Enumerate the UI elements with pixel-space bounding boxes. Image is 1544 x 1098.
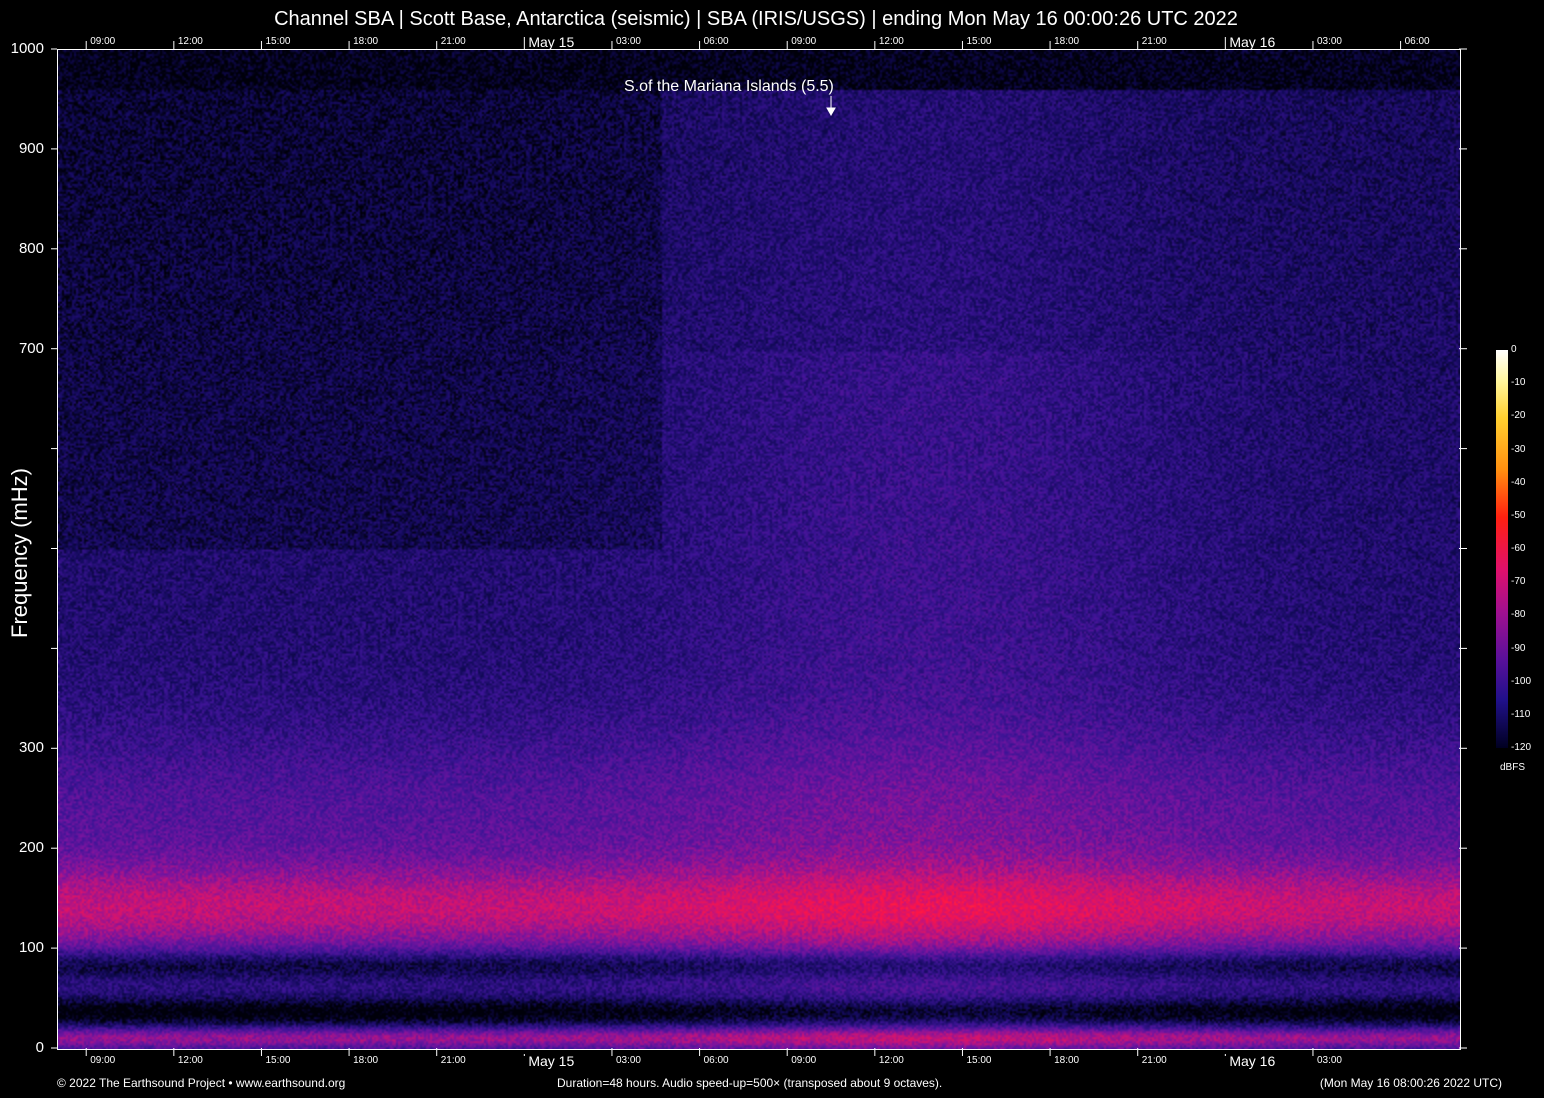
y-tick-label: 200 <box>18 839 44 857</box>
footer-copyright: © 2022 The Earthsound Project • www.eart… <box>57 1076 346 1090</box>
colorbar-tick-label: -10 <box>1511 377 1526 389</box>
colorbar-tick-label: -110 <box>1511 708 1531 720</box>
x-top-tick-label: 21:00 <box>1141 36 1167 47</box>
spectrogram-canvas <box>58 50 1460 1049</box>
x-bottom-tick-label: 18:00 <box>1054 1055 1080 1066</box>
x-bottom-tick-label: May 16 <box>1229 1053 1276 1069</box>
x-top-tick-label: 15:00 <box>265 36 291 47</box>
colorbar-tick-label: -100 <box>1511 675 1532 687</box>
x-bottom-tick-label: 15:00 <box>966 1055 992 1066</box>
y-tick-label: 800 <box>18 239 44 257</box>
x-bottom-tick-label: 06:00 <box>703 1055 729 1066</box>
x-top-tick-label: 06:00 <box>703 36 729 47</box>
x-top-tick-label: 18:00 <box>353 36 379 47</box>
footer-timestamp: (Mon May 16 08:00:26 2022 UTC) <box>1319 1076 1502 1090</box>
x-top-tick-label: 03:00 <box>1316 36 1342 47</box>
colorbar-tick-label: -70 <box>1511 576 1526 588</box>
colorbar-tick-label: 0 <box>1511 344 1517 355</box>
x-top-tick-label: 06:00 <box>1404 36 1430 47</box>
x-bottom-tick-label: 12:00 <box>177 1055 203 1066</box>
x-bottom-tick-label: 15:00 <box>265 1055 291 1066</box>
y-axis-label: Frequency (mHz) <box>7 468 32 638</box>
y-tick-label: 100 <box>18 939 44 957</box>
x-bottom-tick-label: 18:00 <box>353 1055 379 1066</box>
colorbar-tick-label: -20 <box>1511 410 1526 422</box>
y-tick-label: 1000 <box>10 40 44 57</box>
x-top-tick-label: 09:00 <box>791 36 817 47</box>
colorbar <box>1496 350 1508 748</box>
event-annotation-label: S.of the Mariana Islands (5.5) <box>624 78 834 95</box>
x-top-tick-label: 09:00 <box>90 36 116 47</box>
colorbar-tick-label: -80 <box>1511 609 1526 621</box>
x-bottom-tick-label: 03:00 <box>1316 1055 1342 1066</box>
x-top-tick-label: 21:00 <box>440 36 466 47</box>
footer-duration: Duration=48 hours. Audio speed-up=500× (… <box>557 1076 943 1090</box>
colorbar-tick-label: -90 <box>1511 642 1526 654</box>
x-top-tick-label: 12:00 <box>878 36 904 47</box>
colorbar-unit: dBFS <box>1500 762 1526 773</box>
x-top-tick-label: May 15 <box>528 34 575 50</box>
x-top-tick-label: 18:00 <box>1054 36 1080 47</box>
chart-title: Channel SBA | Scott Base, Antarctica (se… <box>274 8 1238 30</box>
x-top-tick-label: 03:00 <box>615 36 641 47</box>
x-top-tick-label: 15:00 <box>966 36 992 47</box>
y-tick-label: 700 <box>18 339 44 357</box>
x-bottom-tick-label: 21:00 <box>1141 1055 1167 1066</box>
colorbar-tick-label: -40 <box>1511 476 1526 488</box>
y-tick-label: 300 <box>18 739 44 757</box>
x-bottom-tick-label: 03:00 <box>615 1055 641 1066</box>
x-top-tick-label: May 16 <box>1229 34 1276 50</box>
colorbar-tick-label: -120 <box>1511 742 1532 753</box>
x-top-tick-label: 12:00 <box>177 36 203 47</box>
colorbar-tick-label: -30 <box>1511 443 1526 455</box>
colorbar-tick-label: -60 <box>1511 543 1526 554</box>
x-bottom-tick-label: May 15 <box>528 1053 575 1069</box>
y-tick-label: 900 <box>18 139 44 157</box>
colorbar-tick-label: -50 <box>1511 509 1526 521</box>
y-tick-label: 0 <box>35 1039 44 1056</box>
spectrogram-plot <box>57 49 1461 1050</box>
x-bottom-tick-label: 21:00 <box>440 1055 466 1066</box>
x-bottom-tick-label: 09:00 <box>791 1055 817 1066</box>
x-bottom-tick-label: 09:00 <box>90 1055 116 1066</box>
x-bottom-tick-label: 12:00 <box>878 1055 904 1066</box>
